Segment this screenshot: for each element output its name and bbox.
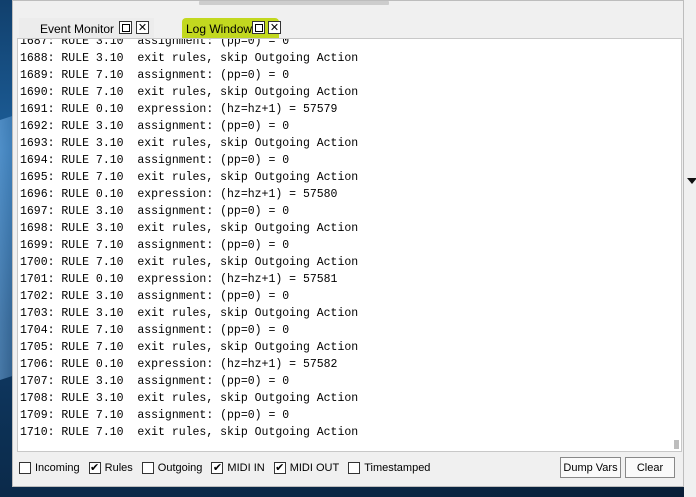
restore-icon: [121, 23, 130, 32]
log-line: 1709: RULE 7.10 assignment: (pp=0) = 0: [20, 409, 290, 422]
close-icon: ✕: [269, 21, 280, 34]
log-line: 1691: RULE 0.10 expression: (hz=hz+1) = …: [20, 103, 338, 116]
restore-icon: [254, 23, 263, 32]
checkmark-icon: ✔: [90, 461, 100, 474]
top-horizontal-scrollbar[interactable]: [199, 1, 389, 5]
log-line: 1703: RULE 3.10 exit rules, skip Outgoin…: [20, 307, 359, 320]
log-line: 1689: RULE 7.10 assignment: (pp=0) = 0: [20, 69, 290, 82]
tab-log-window-close-button[interactable]: ✕: [268, 21, 281, 34]
log-line: 1687: RULE 3.10 assignment: (pp=0) = 0: [20, 38, 290, 48]
log-line: 1697: RULE 3.10 assignment: (pp=0) = 0: [20, 205, 290, 218]
filter-incoming-label: Incoming: [35, 462, 80, 474]
log-line: 1699: RULE 7.10 assignment: (pp=0) = 0: [20, 239, 290, 252]
log-line: 1698: RULE 3.10 exit rules, skip Outgoin…: [20, 222, 359, 235]
log-vertical-scrollbar[interactable]: [674, 440, 679, 449]
checkmark-icon: ✔: [212, 461, 223, 474]
filter-incoming-checkbox[interactable]: [19, 462, 31, 474]
filter-midi-out-label: MIDI OUT: [289, 462, 340, 474]
checkmark-icon: ✔: [275, 461, 285, 474]
filter-timestamped-checkbox[interactable]: [348, 462, 361, 474]
filter-midi-out[interactable]: ✔ MIDI OUT: [273, 461, 340, 474]
clear-button[interactable]: Clear: [625, 457, 675, 478]
filter-midi-in[interactable]: ✔ MIDI IN: [211, 461, 265, 474]
tab-event-monitor-label: Event Monitor: [40, 21, 115, 36]
filter-outgoing[interactable]: Outgoing: [141, 462, 203, 474]
expand-arrow-icon[interactable]: [687, 178, 696, 184]
filter-midi-out-checkbox[interactable]: ✔: [273, 461, 286, 474]
filter-outgoing-label: Outgoing: [157, 462, 203, 474]
filter-outgoing-checkbox[interactable]: [141, 462, 154, 474]
log-line: 1696: RULE 0.10 expression: (hz=hz+1) = …: [20, 188, 338, 201]
log-line: 1702: RULE 3.10 assignment: (pp=0) = 0: [20, 290, 290, 303]
log-lines-list: 1687: RULE 3.10 assignment: (pp=0) = 0 16…: [20, 38, 359, 441]
filter-bar: Incoming ✔ Rules Outgoing ✔ MIDI IN ✔ MIDI OUT T…: [17, 455, 682, 481]
filter-timestamped[interactable]: Timestamped: [348, 462, 430, 474]
log-line: 1706: RULE 0.10 expression: (hz=hz+1) = …: [20, 358, 338, 371]
tab-log-window[interactable]: Log Window ✕: [182, 18, 281, 39]
log-line: 1690: RULE 7.10 exit rules, skip Outgoin…: [20, 86, 359, 99]
log-line: 1705: RULE 7.10 exit rules, skip Outgoin…: [20, 341, 359, 354]
log-line: 1700: RULE 7.10 exit rules, skip Outgoin…: [20, 256, 359, 269]
tab-event-monitor[interactable]: Event Monitor ✕: [19, 18, 154, 39]
log-line: 1688: RULE 3.10 exit rules, skip Outgoin…: [20, 52, 359, 65]
midi-rules-app-window: Event Monitor ✕ Log Window ✕ 1687: RULE …: [12, 0, 684, 487]
tab-log-window-label: Log Window: [186, 21, 253, 36]
log-line: 1701: RULE 0.10 expression: (hz=hz+1) = …: [20, 273, 338, 286]
tab-log-window-restore-button[interactable]: [252, 21, 265, 34]
log-line: 1693: RULE 3.10 exit rules, skip Outgoin…: [20, 137, 359, 150]
tab-event-monitor-close-button[interactable]: ✕: [136, 21, 149, 34]
dump-vars-button[interactable]: Dump Vars: [560, 457, 621, 478]
log-line: 1704: RULE 7.10 assignment: (pp=0) = 0: [20, 324, 290, 337]
filter-rules[interactable]: ✔ Rules: [88, 461, 133, 474]
filter-midi-in-label: MIDI IN: [227, 462, 265, 474]
log-line: 1695: RULE 7.10 exit rules, skip Outgoin…: [20, 171, 359, 184]
log-line: 1692: RULE 3.10 assignment: (pp=0) = 0: [20, 120, 290, 133]
log-line: 1694: RULE 7.10 assignment: (pp=0) = 0: [20, 154, 290, 167]
log-line: 1710: RULE 7.10 exit rules, skip Outgoin…: [20, 426, 359, 439]
filter-incoming[interactable]: Incoming: [19, 462, 80, 474]
filter-rules-label: Rules: [104, 462, 133, 474]
log-line: 1707: RULE 3.10 assignment: (pp=0) = 0: [20, 375, 290, 388]
tab-event-monitor-restore-button[interactable]: [119, 21, 132, 34]
log-output-panel[interactable]: 1687: RULE 3.10 assignment: (pp=0) = 0 16…: [17, 38, 682, 452]
filter-rules-checkbox[interactable]: ✔: [88, 461, 101, 474]
filter-timestamped-label: Timestamped: [364, 462, 431, 474]
side-panel-edge: [684, 0, 696, 497]
log-line: 1708: RULE 3.10 exit rules, skip Outgoin…: [20, 392, 359, 405]
filter-checkboxes: Incoming ✔ Rules Outgoing ✔ MIDI IN ✔ MIDI OUT T…: [17, 462, 439, 474]
filter-midi-in-checkbox[interactable]: ✔: [211, 461, 224, 474]
close-icon: ✕: [137, 21, 148, 34]
